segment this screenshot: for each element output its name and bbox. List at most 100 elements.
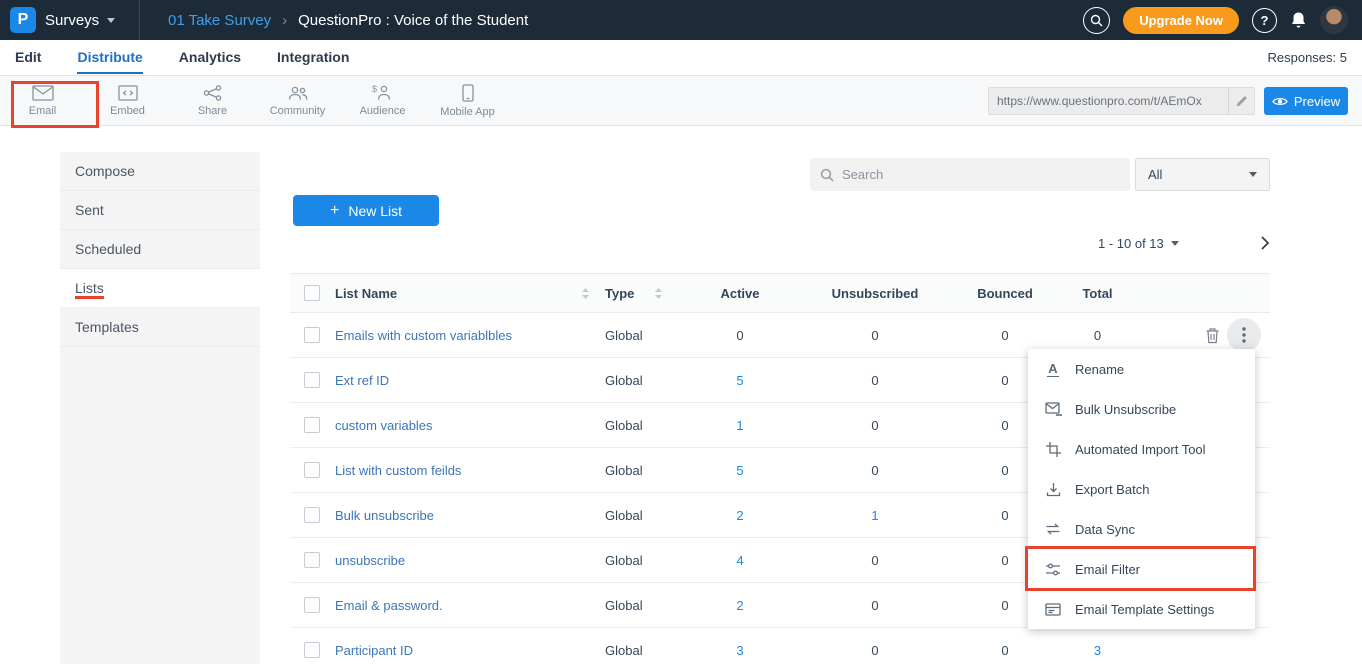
survey-title: QuestionPro : Voice of the Student	[298, 12, 528, 29]
channel-embed[interactable]: Embed	[85, 76, 170, 125]
col-header-unsubscribed: Unsubscribed	[790, 286, 960, 301]
active-count[interactable]: 1	[690, 418, 790, 433]
list-type: Global	[600, 328, 690, 343]
embed-icon	[118, 85, 138, 101]
list-name-link[interactable]: unsubscribe	[335, 553, 405, 568]
active-count[interactable]: 4	[690, 553, 790, 568]
list-name-link[interactable]: Bulk unsubscribe	[335, 508, 434, 523]
sidebar-item-sent[interactable]: Sent	[60, 191, 260, 230]
menu-item-rename[interactable]: A Rename	[1028, 349, 1255, 389]
sidebar-item-templates[interactable]: Templates	[60, 308, 260, 347]
tab-analytics[interactable]: Analytics	[179, 42, 241, 74]
breadcrumb: 01 Take Survey › QuestionPro : Voice of …	[168, 12, 528, 29]
breadcrumb-survey-link[interactable]: 01 Take Survey	[168, 12, 271, 29]
menu-item-export-batch[interactable]: Export Batch	[1028, 469, 1255, 509]
menu-item-automated-import-tool[interactable]: Automated Import Tool	[1028, 429, 1255, 469]
channel-community[interactable]: Community	[255, 76, 340, 125]
svg-text:$: $	[372, 84, 377, 94]
row-checkbox[interactable]	[304, 507, 320, 523]
search-input[interactable]	[842, 167, 1120, 182]
channel-audience[interactable]: $ Audience	[340, 76, 425, 125]
unsubscribed-count: 0	[790, 553, 960, 568]
sort-icon[interactable]	[581, 287, 590, 300]
list-name-link[interactable]: Ext ref ID	[335, 373, 389, 388]
row-checkbox[interactable]	[304, 462, 320, 478]
row-checkbox[interactable]	[304, 642, 320, 658]
tab-edit[interactable]: Edit	[15, 42, 41, 74]
main-nav: Edit Distribute Analytics Integration Re…	[0, 40, 1362, 76]
rename-icon: A	[1047, 362, 1058, 377]
total-count[interactable]: 3	[1050, 643, 1145, 658]
channel-mobile-app[interactable]: Mobile App	[425, 76, 510, 125]
responses-count[interactable]: Responses: 5	[1268, 50, 1348, 65]
export-batch-icon	[1046, 482, 1061, 497]
channel-email[interactable]: Email	[0, 76, 85, 125]
sidebar-item-scheduled[interactable]: Scheduled	[60, 230, 260, 269]
user-avatar[interactable]	[1320, 6, 1348, 34]
product-name: Surveys	[45, 12, 99, 29]
menu-item-data-sync[interactable]: Data Sync	[1028, 509, 1255, 549]
tab-integration[interactable]: Integration	[277, 42, 349, 74]
menu-item-email-filter[interactable]: Email Filter	[1028, 549, 1255, 589]
plus-icon: +	[330, 203, 339, 219]
help-button[interactable]: ?	[1252, 8, 1277, 33]
col-header-type[interactable]: Type	[605, 286, 634, 301]
menu-item-email-template-settings[interactable]: Email Template Settings	[1028, 589, 1255, 629]
list-name-link[interactable]: Email & password.	[335, 598, 443, 613]
unsubscribed-count: 0	[790, 643, 960, 658]
active-count[interactable]: 5	[690, 463, 790, 478]
list-type: Global	[600, 463, 690, 478]
email-sidebar: Compose Sent Scheduled Lists Templates	[60, 152, 260, 664]
row-checkbox[interactable]	[304, 552, 320, 568]
bounced-count: 0	[960, 643, 1050, 658]
product-switcher[interactable]: P Surveys	[0, 0, 140, 40]
filter-dropdown[interactable]: All	[1135, 158, 1270, 191]
upgrade-now-button[interactable]: Upgrade Now	[1123, 7, 1239, 34]
list-name-link[interactable]: Emails with custom variablbles	[335, 328, 512, 343]
channel-share[interactable]: Share	[170, 76, 255, 125]
ellipsis-vertical-icon	[1242, 327, 1246, 343]
list-name-link[interactable]: custom variables	[335, 418, 433, 433]
row-checkbox[interactable]	[304, 417, 320, 433]
audience-icon: $	[372, 84, 393, 101]
page-range-dropdown[interactable]: 1 - 10 of 13	[1098, 236, 1179, 251]
row-actions-menu-button[interactable]	[1227, 318, 1261, 352]
row-checkbox[interactable]	[304, 372, 320, 388]
list-type: Global	[600, 598, 690, 613]
share-icon	[203, 85, 222, 101]
list-search-box	[810, 158, 1130, 191]
bell-icon	[1290, 11, 1307, 29]
list-name-link[interactable]: Participant ID	[335, 643, 413, 658]
notifications-button[interactable]	[1290, 11, 1307, 29]
menu-item-bulk-unsubscribe[interactable]: Bulk Unsubscribe	[1028, 389, 1255, 429]
active-count[interactable]: 5	[690, 373, 790, 388]
sort-icon[interactable]	[654, 287, 663, 300]
search-button[interactable]	[1083, 7, 1110, 34]
delete-list-button[interactable]	[1205, 327, 1220, 344]
list-type: Global	[600, 373, 690, 388]
trash-icon	[1205, 327, 1220, 344]
sidebar-item-lists[interactable]: Lists	[60, 269, 260, 308]
active-count[interactable]: 3	[690, 643, 790, 658]
next-page-button[interactable]	[1260, 235, 1270, 251]
preview-button[interactable]: Preview	[1264, 87, 1348, 115]
survey-url[interactable]: https://www.questionpro.com/t/AEmOx	[989, 94, 1228, 108]
tab-distribute[interactable]: Distribute	[77, 42, 142, 74]
questionpro-app: P Surveys 01 Take Survey › QuestionPro :…	[0, 0, 1362, 664]
row-checkbox[interactable]	[304, 327, 320, 343]
edit-url-button[interactable]	[1228, 88, 1254, 114]
unsubscribed-count[interactable]: 1	[790, 508, 960, 523]
list-name-link[interactable]: List with custom feilds	[335, 463, 461, 478]
chevron-down-icon	[107, 18, 115, 23]
new-list-button[interactable]: + New List	[293, 195, 439, 226]
select-all-checkbox[interactable]	[304, 285, 320, 301]
data-sync-icon	[1045, 523, 1061, 535]
col-header-list-name[interactable]: List Name	[335, 286, 397, 301]
active-count[interactable]: 2	[690, 598, 790, 613]
sidebar-item-compose[interactable]: Compose	[60, 152, 260, 191]
distribute-toolbar: Email Embed Share Community $ Audience M…	[0, 76, 1362, 126]
active-count[interactable]: 2	[690, 508, 790, 523]
unsubscribed-count: 0	[790, 373, 960, 388]
row-checkbox[interactable]	[304, 597, 320, 613]
page-range-label: 1 - 10 of 13	[1098, 236, 1164, 251]
